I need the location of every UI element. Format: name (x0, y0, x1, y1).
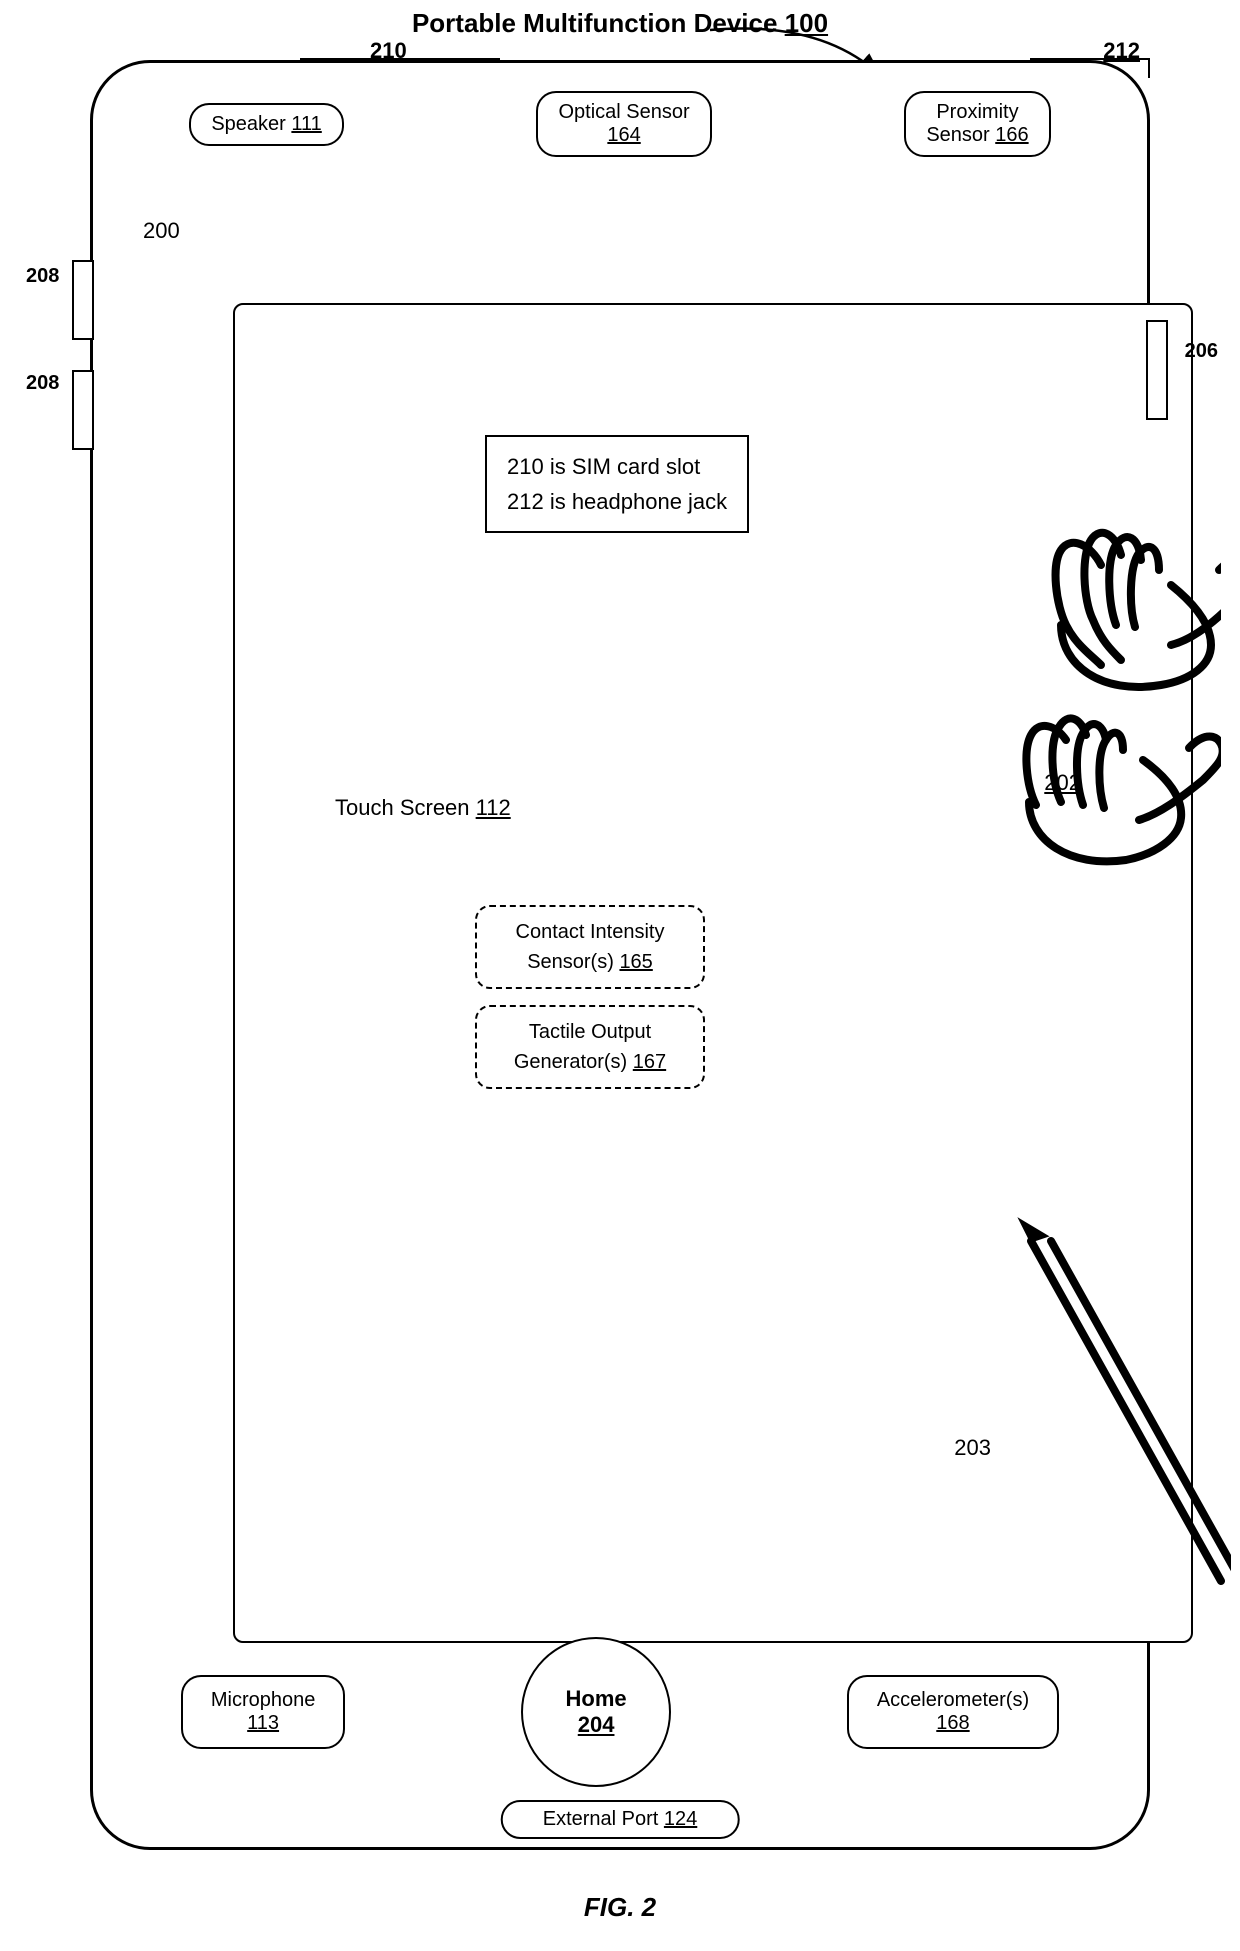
optical-ref: 164 (607, 124, 640, 146)
stylus-drawing (881, 1211, 1231, 1611)
side-tab-left-top (72, 260, 94, 340)
accelerometer-label: Accelerometer(s) 168 (847, 1675, 1059, 1749)
accelerometer-name: Accelerometer(s) (877, 1689, 1029, 1712)
contact-intensity-ref: 165 (619, 951, 652, 973)
note-line1: 210 is SIM card slot (507, 449, 727, 484)
side-tab-left-bottom (72, 370, 94, 450)
label-202: 202 (1044, 770, 1081, 796)
home-button: Home 204 (521, 1637, 671, 1787)
optical-sensor-label: Optical Sensor164 (536, 91, 711, 157)
touch-screen-ref: 112 (476, 795, 511, 820)
microphone-label: Microphone 113 (181, 1675, 346, 1749)
screen-area: 210 is SIM card slot 212 is headphone ja… (233, 303, 1193, 1643)
contact-intensity-box: Contact IntensitySensor(s) 165 (475, 905, 705, 989)
device-outer: Speaker 111 Optical Sensor164 ProximityS… (90, 60, 1150, 1850)
microphone-ref: 113 (247, 1712, 279, 1734)
hand-drawing (841, 525, 1221, 905)
home-name: Home (566, 1686, 627, 1712)
speaker-ref: 111 (291, 113, 321, 135)
external-port-label: External Port (543, 1808, 664, 1830)
bottom-components: Microphone 113 Home 204 Accelerometer(s)… (93, 1637, 1147, 1787)
proximity-sensor-label: ProximitySensor 166 (904, 91, 1050, 157)
note-box: 210 is SIM card slot 212 is headphone ja… (485, 435, 749, 533)
fig-caption: FIG. 2 (584, 1892, 656, 1923)
speaker-label: Speaker 111 (189, 103, 343, 146)
speaker-name: Speaker (211, 113, 286, 135)
label-203: 203 (954, 1435, 991, 1461)
tactile-output-ref: 167 (633, 1051, 666, 1073)
label-212: 212 (1103, 38, 1140, 64)
side-tab-right (1146, 320, 1168, 420)
label-206: 206 (1185, 340, 1218, 363)
microphone-name: Microphone (211, 1689, 316, 1712)
label-200: 200 (143, 218, 180, 244)
home-ref: 204 (578, 1712, 615, 1737)
proximity-ref: 166 (995, 124, 1028, 146)
top-components: Speaker 111 Optical Sensor164 ProximityS… (93, 91, 1147, 157)
external-port-ref: 124 (664, 1808, 697, 1830)
touch-screen-label: Touch Screen 112 (335, 795, 511, 821)
tactile-output-label: Tactile OutputGenerator(s) (514, 1021, 651, 1073)
external-port: External Port 124 (501, 1800, 740, 1839)
label-208-top: 208 (26, 265, 59, 288)
touch-screen-name: Touch Screen (335, 795, 476, 820)
diagram-container: Portable Multifunction Device 100 210 21… (0, 0, 1240, 1951)
note-line2: 212 is headphone jack (507, 484, 727, 519)
tactile-output-box: Tactile OutputGenerator(s) 167 (475, 1005, 705, 1089)
label-208-bottom: 208 (26, 372, 59, 395)
accelerometer-ref: 168 (936, 1712, 969, 1734)
optical-name: Optical Sensor (558, 101, 689, 123)
